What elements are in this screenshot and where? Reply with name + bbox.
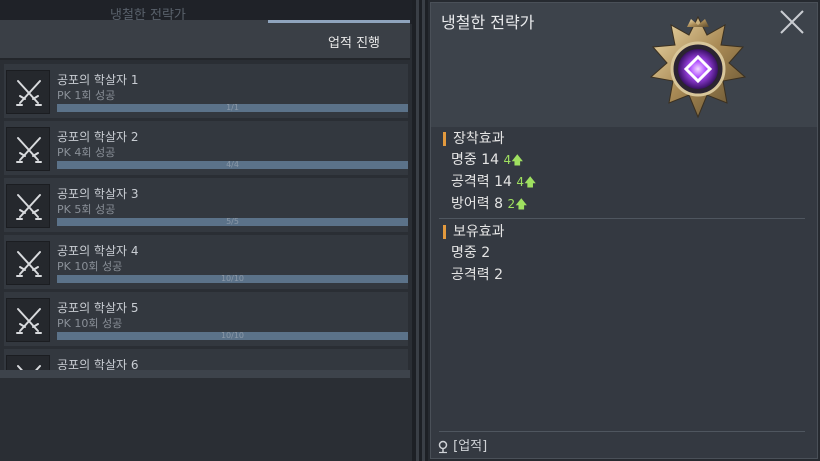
stat-bonus: 4 — [503, 153, 512, 167]
achievement-detail-panel: 냉철한 전략가 장착효과 명중 14 4🡅 공격력 14 4🡅 방어력 8 2🡅… — [430, 2, 818, 459]
progress-text: 10/10 — [220, 274, 245, 283]
panel-divider — [412, 0, 428, 461]
tab-accent — [268, 20, 410, 23]
equip-effect-section: 장착효과 명중 14 4🡅 공격력 14 4🡅 방어력 8 2🡅 — [443, 129, 805, 215]
achievement-progress-bar: 5/5 — [57, 217, 408, 226]
achievement-list[interactable]: 공포의 학살자 1 PK 1회 성공 1/1 공포의 학살자 2 PK 4회 성공 4/4… — [0, 64, 410, 370]
stat-row: 명중 2 — [443, 242, 805, 264]
achievement-subtitle: PK 1회 성공 — [57, 89, 116, 102]
achievement-title: 공포의 학살자 5 — [57, 301, 139, 315]
achievement-title: 공포의 학살자 4 — [57, 244, 139, 258]
stat-row: 공격력 14 4🡅 — [443, 171, 805, 193]
achievement-progress-bar: 10/10 — [57, 331, 408, 340]
achievement-progress-bar: 10/10 — [57, 274, 408, 283]
crossed-swords-icon — [6, 127, 50, 171]
stat-name: 공격력 — [451, 174, 490, 190]
achievement-row[interactable]: 공포의 학살자 3 PK 5회 성공 5/5 — [4, 178, 408, 232]
game-window: 냉철한 전략가 업적 진행 공포의 학살자 1 PK 1회 성공 1/1 공포의 학살… — [0, 0, 820, 461]
achievement-row[interactable]: 공포의 학살자 2 PK 4회 성공 4/4 — [4, 121, 408, 175]
stat-name: 방어력 — [451, 196, 490, 212]
progress-text: 5/5 — [226, 217, 239, 226]
stat-value: 8 — [494, 196, 504, 212]
stat-row: 공격력 2 — [443, 264, 805, 286]
stat-row: 방어력 8 2🡅 — [443, 193, 805, 215]
location-pin-icon — [438, 440, 448, 453]
progress-text: 1/1 — [226, 103, 239, 112]
equip-effect-heading: 장착효과 — [443, 129, 805, 149]
achievement-progress-bar: 1/1 — [57, 103, 408, 112]
left-empty-area — [0, 378, 410, 461]
up-arrow-icon: 🡅 — [524, 175, 537, 189]
achievement-badge-icon — [649, 15, 747, 119]
owned-effect-heading: 보유효과 — [443, 222, 805, 242]
source-footer[interactable]: [업적] — [437, 435, 487, 454]
achievement-title: 공포의 학살자 2 — [57, 130, 139, 144]
up-arrow-icon: 🡅 — [515, 197, 528, 211]
stat-value: 2 — [481, 245, 491, 261]
achievement-row[interactable]: 공포의 학살자 6 — [4, 349, 408, 370]
achievement-progress-bar: 4/4 — [57, 160, 408, 169]
crossed-swords-icon — [6, 184, 50, 228]
tab-achievement-progress[interactable]: 업적 진행 — [0, 20, 410, 60]
stat-name: 명중 — [451, 245, 477, 261]
achievement-subtitle: PK 10회 성공 — [57, 260, 123, 273]
progress-text: 4/4 — [226, 160, 239, 169]
achievement-row[interactable]: 공포의 학살자 1 PK 1회 성공 1/1 — [4, 64, 408, 118]
crossed-swords-icon — [6, 241, 50, 285]
stat-value: 14 — [481, 152, 500, 168]
detail-title: 냉철한 전략가 — [441, 13, 535, 32]
crossed-swords-icon — [6, 298, 50, 342]
tab-divider — [0, 58, 410, 60]
achievement-row[interactable]: 공포의 학살자 5 PK 10회 성공 10/10 — [4, 292, 408, 346]
owned-stat-list: 명중 2 공격력 2 — [443, 242, 805, 286]
owned-effect-section: 보유효과 명중 2 공격력 2 — [443, 222, 805, 286]
crossed-swords-icon — [6, 355, 50, 370]
footer-divider — [439, 431, 805, 432]
crossed-swords-icon — [6, 70, 50, 114]
stat-row: 명중 14 4🡅 — [443, 149, 805, 171]
list-scroll-edge — [0, 370, 410, 378]
achievement-subtitle: PK 10회 성공 — [57, 317, 123, 330]
source-label: [업적] — [453, 439, 488, 454]
achievement-title: 공포의 학살자 1 — [57, 73, 139, 87]
achievement-subtitle: PK 5회 성공 — [57, 203, 116, 216]
stat-value: 14 — [494, 174, 512, 190]
stat-bonus: 4 — [516, 175, 525, 189]
stat-value: 2 — [494, 267, 504, 283]
close-icon[interactable] — [779, 9, 805, 35]
achievement-subtitle: PK 4회 성공 — [57, 146, 116, 159]
tab-label: 업적 진행 — [328, 36, 380, 51]
achievement-list-panel: 냉철한 전략가 업적 진행 공포의 학살자 1 PK 1회 성공 1/1 공포의 학살… — [0, 0, 412, 461]
stat-name: 공격력 — [451, 267, 490, 283]
stat-bonus: 2 — [507, 197, 516, 211]
progress-text: 10/10 — [220, 331, 245, 340]
achievement-title: 공포의 학살자 6 — [57, 358, 139, 370]
up-arrow-icon: 🡅 — [511, 153, 524, 167]
stat-name: 명중 — [451, 152, 477, 168]
equip-stat-list: 명중 14 4🡅 공격력 14 4🡅 방어력 8 2🡅 — [443, 149, 805, 215]
achievement-row[interactable]: 공포의 학살자 4 PK 10회 성공 10/10 — [4, 235, 408, 289]
achievement-title: 공포의 학살자 3 — [57, 187, 139, 201]
section-divider — [439, 218, 805, 219]
